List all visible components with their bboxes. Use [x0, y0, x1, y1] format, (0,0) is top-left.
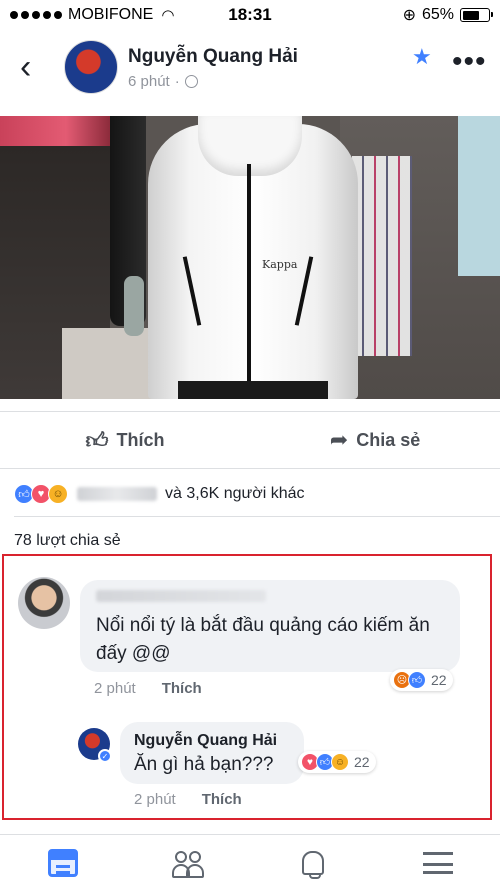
star-icon[interactable]: ★ — [412, 44, 432, 70]
orientation-lock-icon: ⊕ — [402, 7, 416, 24]
reply-time: 2 phút — [134, 791, 176, 808]
post-meta: 6 phút · — [128, 73, 198, 90]
nav-news-feed[interactable] — [0, 835, 125, 891]
post-author-name[interactable]: Nguyễn Quang Hải — [128, 46, 298, 68]
comment-time: 2 phút — [94, 680, 136, 697]
reaction-summary[interactable]: 👍︎ ♥ ☺ và 3,6K người khác — [14, 482, 305, 506]
reply-reactions[interactable]: ♥ 👍︎ ☺ 22 — [298, 751, 376, 773]
signal-icon — [10, 11, 62, 19]
menu-icon — [422, 852, 453, 874]
share-label: Chia sẻ — [356, 429, 421, 450]
reaction-others-text: và 3,6K người khác — [165, 485, 305, 502]
photo-logo: Kappa — [262, 258, 298, 271]
post-photo[interactable]: Kappa — [0, 116, 500, 399]
share-count[interactable]: 78 lượt chia sẻ — [14, 532, 121, 550]
friends-icon — [171, 849, 204, 878]
haha-reaction-icon: ☺ — [331, 753, 349, 771]
nav-menu[interactable] — [375, 835, 500, 891]
blurred-commenter-name — [96, 590, 266, 602]
battery-percent: 65% — [421, 6, 454, 23]
blurred-name — [77, 487, 157, 501]
verified-badge-icon: ✓ — [98, 749, 112, 763]
photo-rack — [0, 116, 110, 146]
comment-meta: 2 phút Thích — [94, 680, 202, 697]
author-avatar[interactable] — [64, 40, 118, 94]
status-bar: MOBIFONE ◠ 18:31 ⊕ 65% — [0, 0, 500, 30]
nav-friends[interactable] — [125, 835, 250, 891]
more-options-icon[interactable]: ••• — [452, 47, 487, 77]
photo-window — [458, 116, 500, 276]
divider — [14, 516, 500, 517]
comment-text: Nổi nổi tý là bắt đầu quảng cáo kiếm ăn … — [96, 615, 430, 664]
post-header: ‹ Nguyễn Quang Hải 6 phút · ★ ••• — [0, 30, 500, 116]
photo-shirts — [352, 156, 412, 356]
reply-text: Ăn gì hả bạn??? — [134, 754, 274, 775]
thumbs-up-icon: 👍︎ — [85, 427, 109, 453]
photo-pants — [178, 381, 328, 399]
like-button[interactable]: 👍︎ Thích — [0, 412, 250, 468]
comment-bubble[interactable]: Nổi nổi tý là bắt đầu quảng cáo kiếm ăn … — [80, 580, 460, 672]
commenter-avatar[interactable] — [18, 577, 70, 629]
comment-reaction-count: 22 — [431, 672, 447, 688]
post-actions: 👍︎ Thích ➦ Chia sẻ — [0, 412, 500, 468]
haha-reaction-icon: ☺ — [48, 484, 68, 504]
meta-separator: · — [174, 73, 180, 90]
photo-zipper — [247, 164, 251, 399]
carrier-name: MOBIFONE — [68, 6, 154, 23]
back-arrow-icon[interactable]: ‹ — [20, 50, 44, 84]
reply-author-name[interactable]: Nguyễn Quang Hải — [134, 732, 277, 750]
comment-reactions[interactable]: ☹ 👍︎ 22 — [390, 669, 453, 691]
like-label: Thích — [116, 429, 165, 450]
divider — [0, 468, 500, 469]
wifi-icon: ◠ — [161, 7, 175, 24]
reply-reaction-count: 22 — [354, 754, 370, 770]
globe-icon — [184, 75, 198, 88]
reply-bubble[interactable]: Nguyễn Quang Hải Ăn gì hả bạn??? — [120, 722, 304, 784]
photo-mannequin-leg — [124, 276, 144, 336]
nav-notifications[interactable] — [250, 835, 375, 891]
news-feed-icon — [47, 849, 78, 877]
post-time[interactable]: 6 phút — [128, 73, 170, 90]
reply-meta: 2 phút Thích — [134, 791, 242, 808]
bottom-navigation — [0, 834, 500, 891]
notifications-icon — [300, 849, 326, 879]
comment-like-button[interactable]: Thích — [162, 680, 202, 697]
reply-like-button[interactable]: Thích — [202, 791, 242, 808]
share-button[interactable]: ➦ Chia sẻ — [250, 412, 500, 468]
share-arrow-icon: ➦ — [329, 427, 349, 452]
like-reaction-icon: 👍︎ — [408, 671, 426, 689]
photo-shelf — [62, 328, 162, 399]
battery-icon — [460, 8, 493, 22]
